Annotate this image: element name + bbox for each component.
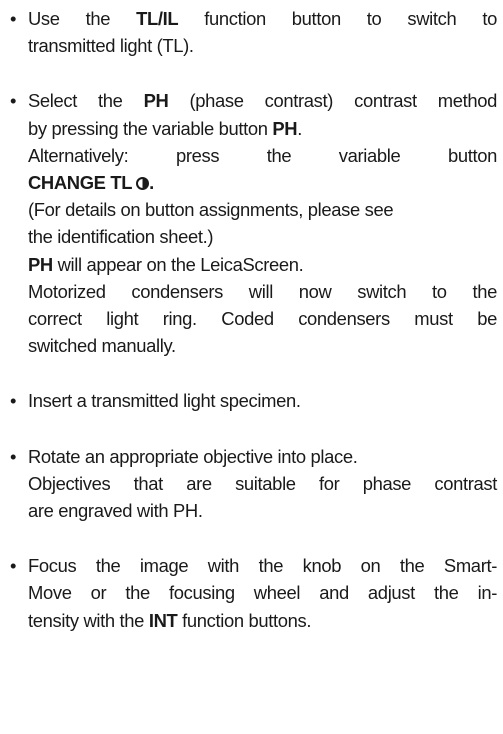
list-item: • Select the PH (phase contrast) contras… [0, 87, 503, 359]
instruction-page: • Use the TL/IL function button to switc… [0, 0, 503, 734]
ph-display-name: PH [28, 253, 53, 275]
list-item: • Rotate an appropriate objective into p… [0, 443, 503, 525]
bullet-icon: • [9, 8, 17, 29]
bullet-icon: • [9, 390, 17, 412]
list-item: • Insert a transmitted light specimen. [0, 387, 503, 414]
change-tl-button-name: CHANGE TL [28, 172, 133, 194]
bullet-icon: • [9, 90, 17, 112]
list-item: • Focus the image with the knob on the S… [0, 552, 503, 634]
bullet-icon: • [9, 445, 17, 467]
tl-il-button-name: TL/IL [136, 8, 179, 29]
int-button-name: INT [148, 609, 178, 631]
ph-button-name: PH [272, 117, 298, 139]
list-item: • Use the TL/IL function button to switc… [0, 5, 503, 59]
bullet-icon: • [9, 555, 17, 577]
ph-method-name: PH [143, 90, 169, 112]
contrast-icon [136, 177, 150, 191]
